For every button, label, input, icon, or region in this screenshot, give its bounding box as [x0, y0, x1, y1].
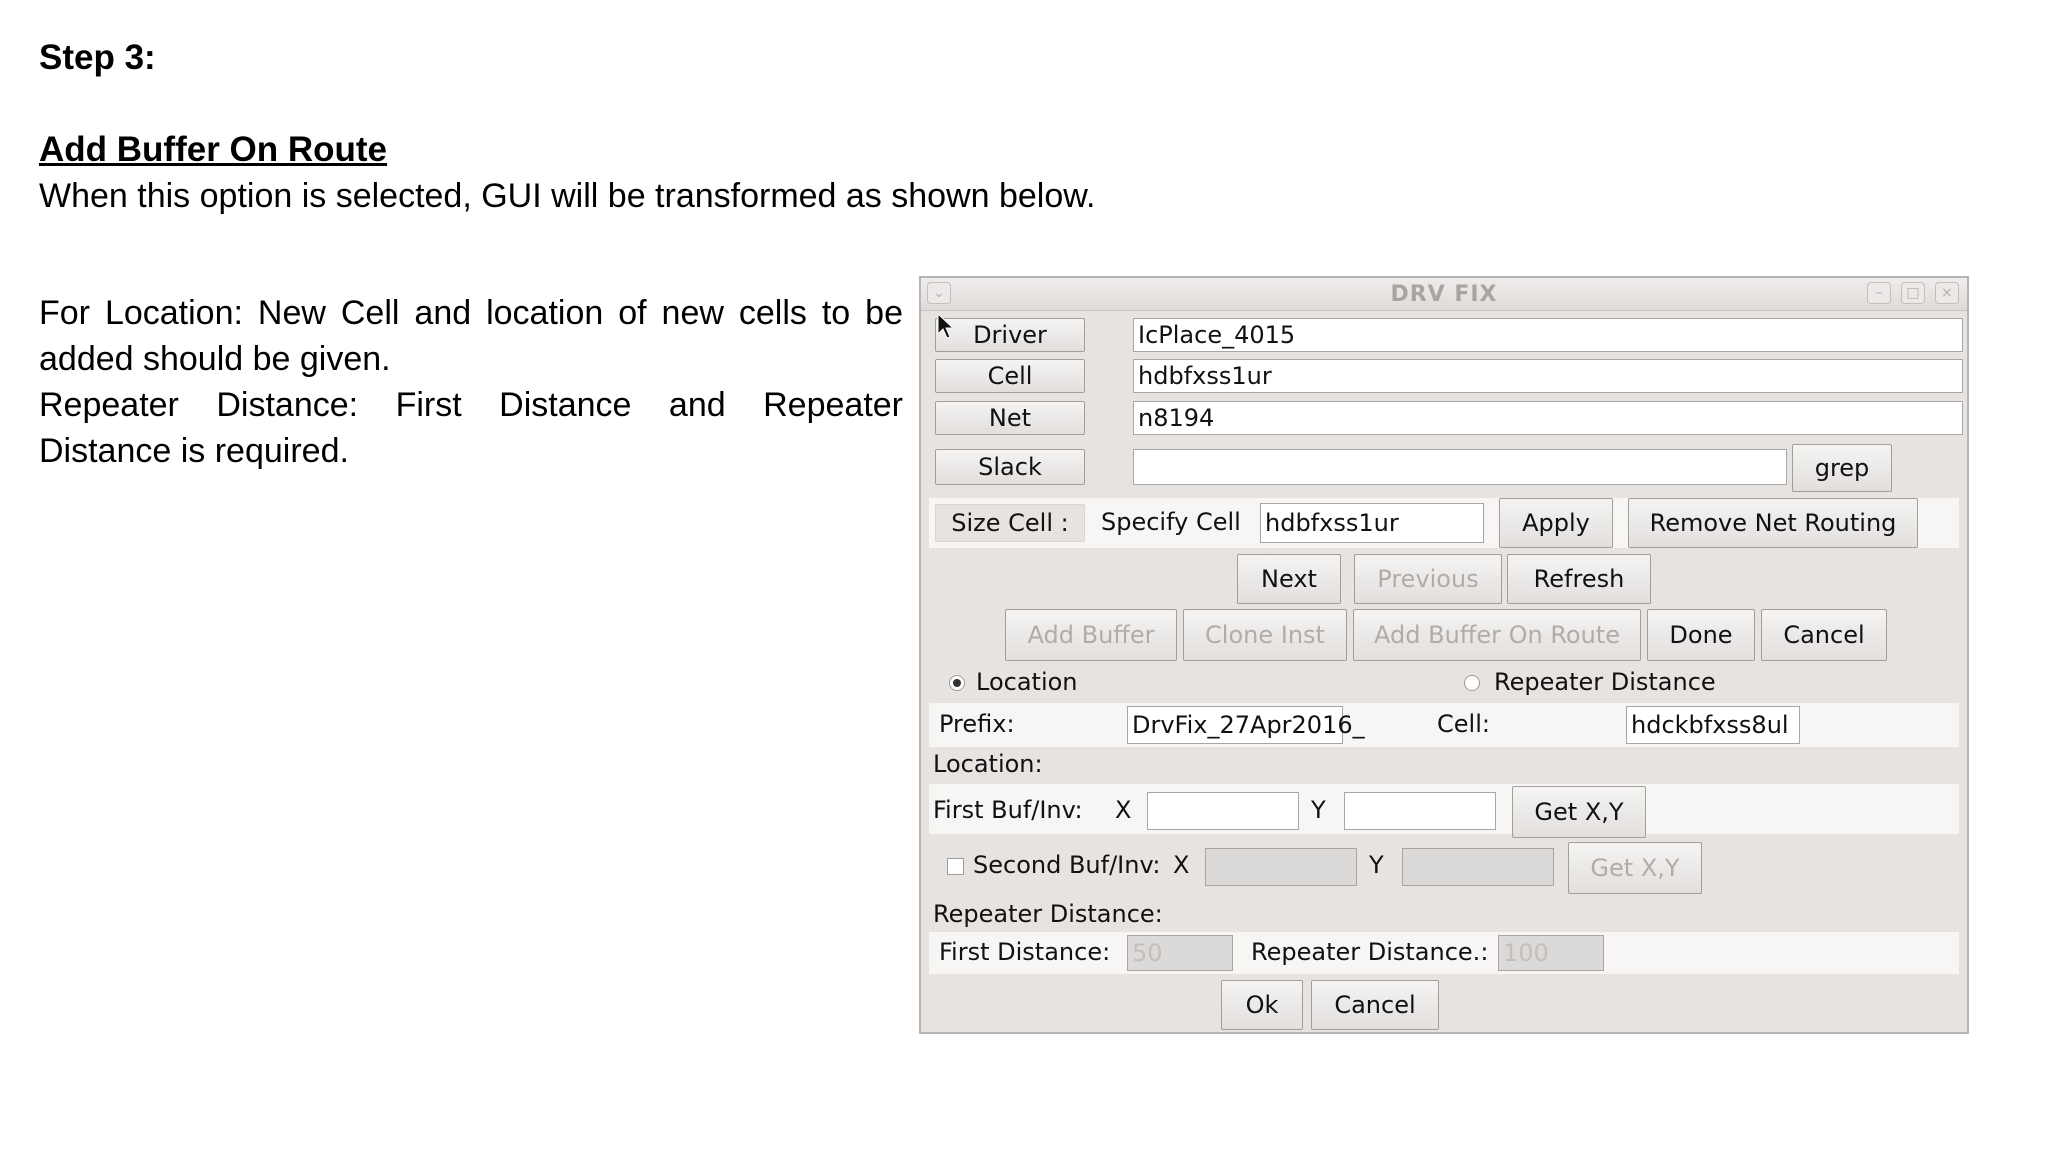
repeater-distance-radio-label[interactable]: Repeater Distance — [1494, 668, 1716, 696]
cell-name-field[interactable]: hdckbfxss8ul — [1626, 706, 1800, 744]
repeater-note: Repeater Distance: First Distance and Re… — [39, 386, 903, 470]
refresh-button[interactable]: Refresh — [1507, 554, 1651, 604]
add-buffer-on-route-button[interactable]: Add Buffer On Route — [1353, 609, 1641, 661]
first-y-label: Y — [1311, 796, 1326, 824]
dialog-title: DRV FIX — [1390, 282, 1498, 307]
cell-button[interactable]: Cell — [935, 359, 1085, 393]
cell-label: Cell: — [1437, 710, 1490, 738]
notes-block: For Location: New Cell and location of n… — [39, 290, 903, 474]
specify-cell-field[interactable]: hdbfxss1ur — [1260, 503, 1484, 543]
maximize-icon[interactable]: □ — [1901, 282, 1925, 304]
location-note: For Location: New Cell and location of n… — [39, 294, 903, 378]
driver-field[interactable]: IcPlace_4015 — [1133, 318, 1963, 352]
close-icon[interactable]: × — [1935, 282, 1959, 304]
cancel-button[interactable]: Cancel — [1761, 609, 1887, 661]
done-button[interactable]: Done — [1647, 609, 1755, 661]
apply-button[interactable]: Apply — [1499, 498, 1613, 548]
cancel-bottom-button[interactable]: Cancel — [1311, 980, 1439, 1030]
remove-net-routing-button[interactable]: Remove Net Routing — [1628, 498, 1918, 548]
driver-button[interactable]: Driver — [935, 318, 1085, 352]
size-cell-button[interactable]: Size Cell : — [935, 504, 1085, 542]
first-get-xy-button[interactable]: Get X,Y — [1512, 786, 1646, 838]
second-buf-label[interactable]: Second Buf/Inv: — [973, 851, 1160, 879]
specify-cell-label: Specify Cell — [1101, 508, 1241, 536]
drv-fix-dialog: ⌄ DRV FIX – □ × Driver IcPlace_4015 Cell… — [919, 276, 1969, 1034]
prefix-label: Prefix: — [939, 710, 1015, 738]
repeater-distance-radio[interactable] — [1464, 675, 1480, 691]
net-field[interactable]: n8194 — [1133, 401, 1963, 435]
second-x-label: X — [1173, 851, 1190, 879]
location-radio[interactable] — [949, 675, 965, 691]
first-distance-field[interactable]: 50 — [1127, 935, 1233, 971]
repeater-section-label: Repeater Distance: — [933, 900, 1163, 928]
slack-field[interactable] — [1133, 449, 1787, 485]
next-button[interactable]: Next — [1237, 554, 1341, 604]
net-button[interactable]: Net — [935, 401, 1085, 435]
section-heading: Add Buffer On Route — [39, 130, 388, 169]
add-buffer-button[interactable]: Add Buffer — [1005, 609, 1177, 661]
second-y-field[interactable] — [1402, 848, 1554, 886]
ok-button[interactable]: Ok — [1221, 980, 1303, 1030]
step-label: Step 3: — [39, 38, 156, 77]
second-get-xy-button[interactable]: Get X,Y — [1568, 842, 1702, 894]
slack-button[interactable]: Slack — [935, 449, 1085, 485]
location-radio-label[interactable]: Location — [976, 668, 1078, 696]
clone-inst-button[interactable]: Clone Inst — [1183, 609, 1347, 661]
second-y-label: Y — [1369, 851, 1384, 879]
title-bar: ⌄ DRV FIX – □ × — [921, 278, 1967, 311]
grep-button[interactable]: grep — [1792, 444, 1892, 492]
repeater-distance-label: Repeater Distance.: — [1251, 938, 1489, 966]
minimize-icon[interactable]: – — [1867, 282, 1891, 304]
first-x-field[interactable] — [1147, 792, 1299, 830]
location-section-label: Location: — [933, 750, 1043, 778]
first-distance-label: First Distance: — [939, 938, 1111, 966]
first-x-label: X — [1115, 796, 1132, 824]
description-text: When this option is selected, GUI will b… — [39, 177, 1096, 215]
first-y-field[interactable] — [1344, 792, 1496, 830]
prefix-field[interactable]: DrvFix_27Apr2016_ — [1127, 706, 1365, 744]
mouse-pointer-icon — [937, 312, 955, 346]
previous-button[interactable]: Previous — [1354, 554, 1502, 604]
second-x-field[interactable] — [1205, 848, 1357, 886]
first-buf-label: First Buf/Inv: — [933, 796, 1083, 824]
repeater-distance-field[interactable]: 100 — [1498, 935, 1604, 971]
cell-field[interactable]: hdbfxss1ur — [1133, 359, 1963, 393]
second-buf-checkbox[interactable] — [947, 858, 964, 875]
